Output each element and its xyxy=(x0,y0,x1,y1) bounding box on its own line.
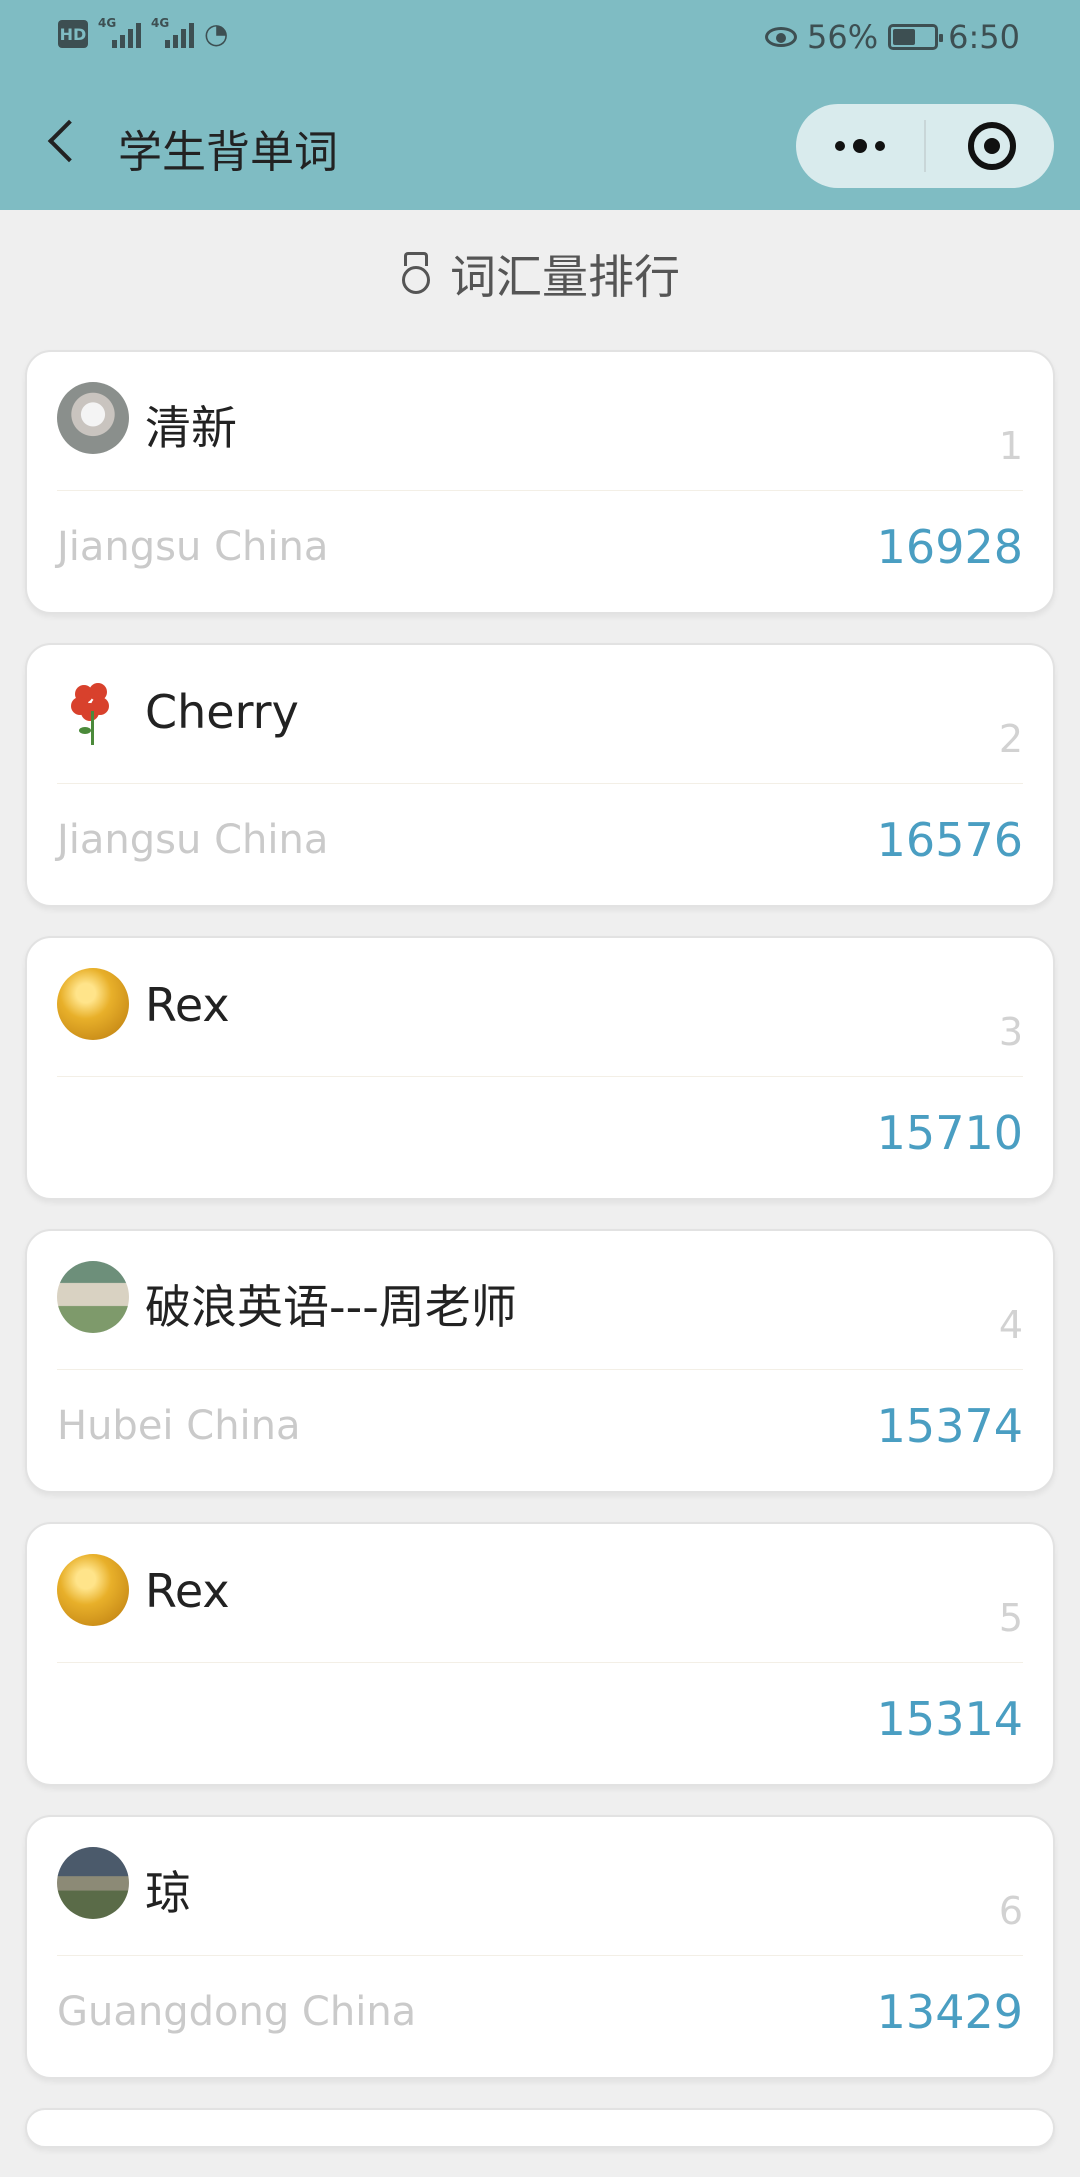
leaderboard-card[interactable]: 破浪英语---周老师 4 Hubei China 15374 xyxy=(25,1229,1055,1493)
user-name: Rex xyxy=(145,1564,230,1618)
user-location: Guangdong China xyxy=(57,1989,417,2035)
user-name: Rex xyxy=(145,978,230,1032)
signal-label: 4G xyxy=(98,16,117,30)
user-name: 琼 xyxy=(145,1866,191,1920)
status-left: HD 4G 4G ◔ xyxy=(58,16,229,50)
avatar xyxy=(57,1261,129,1333)
divider xyxy=(57,1369,1023,1370)
signal-icon-2: 4G xyxy=(151,16,194,48)
leaderboard-card[interactable]: 琼 6 Guangdong China 13429 xyxy=(25,1815,1055,2079)
status-right: 56% 6:50 xyxy=(765,18,1020,56)
user-location: Hubei China xyxy=(57,1403,301,1449)
vocab-score: 15374 xyxy=(876,1399,1023,1453)
vocab-score: 16928 xyxy=(876,520,1023,574)
clock: 6:50 xyxy=(948,18,1020,56)
user-name: 破浪英语---周老师 xyxy=(145,1280,517,1334)
user-name: Cherry xyxy=(145,685,299,739)
section-title: 词汇量排行 xyxy=(450,250,680,304)
divider xyxy=(57,1955,1023,1956)
user-name: 清新 xyxy=(145,401,237,455)
divider xyxy=(57,1662,1023,1663)
avatar xyxy=(57,1847,129,1919)
close-target-icon[interactable] xyxy=(968,122,1016,170)
back-button[interactable] xyxy=(44,122,84,162)
avatar xyxy=(57,968,129,1040)
vocab-score: 15710 xyxy=(876,1106,1023,1160)
page-title: 学生背单词 xyxy=(118,127,338,178)
vocab-score: 15314 xyxy=(876,1692,1023,1746)
section-header: 词汇量排行 xyxy=(0,210,1080,338)
rank-number: 5 xyxy=(998,1596,1023,1640)
capsule-divider xyxy=(924,120,926,172)
avatar xyxy=(57,1554,129,1626)
battery-icon xyxy=(888,24,944,50)
leaderboard-card[interactable]: Rex 3 15710 xyxy=(25,936,1055,1200)
battery-fill xyxy=(893,29,915,45)
mini-program-capsule xyxy=(796,104,1054,188)
divider xyxy=(57,1076,1023,1077)
rank-number: 6 xyxy=(998,1889,1023,1933)
hd-badge: HD xyxy=(58,20,88,48)
rank-number: 4 xyxy=(998,1303,1023,1347)
rank-number: 2 xyxy=(998,717,1023,761)
medal-icon xyxy=(400,252,432,296)
leaderboard-card[interactable]: Rex 5 15314 xyxy=(25,1522,1055,1786)
vocab-score: 13429 xyxy=(876,1985,1023,2039)
eye-icon xyxy=(765,27,798,47)
signal-label-2: 4G xyxy=(151,16,170,30)
more-button[interactable] xyxy=(796,104,924,188)
status-bar: HD 4G 4G ◔ 56% 6:50 xyxy=(0,0,1080,80)
rank-number: 3 xyxy=(998,1010,1023,1054)
rank-number: 1 xyxy=(998,424,1023,468)
divider xyxy=(57,490,1023,491)
wifi-icon: ◔ xyxy=(204,17,229,50)
avatar xyxy=(57,675,129,747)
battery-percent: 56% xyxy=(807,18,879,56)
divider xyxy=(57,783,1023,784)
user-location: Jiangsu China xyxy=(57,524,329,570)
signal-icon: 4G xyxy=(98,16,141,48)
leaderboard-card-partial[interactable] xyxy=(25,2108,1055,2148)
avatar xyxy=(57,382,129,454)
vocab-score: 16576 xyxy=(876,813,1023,867)
leaderboard-list: 清新 1 Jiangsu China 16928 Cherry 2 Jiangs… xyxy=(25,350,1055,2177)
more-dots-icon xyxy=(835,141,845,151)
leaderboard-card[interactable]: 清新 1 Jiangsu China 16928 xyxy=(25,350,1055,614)
leaderboard-card[interactable]: Cherry 2 Jiangsu China 16576 xyxy=(25,643,1055,907)
user-location: Jiangsu China xyxy=(57,817,329,863)
nav-bar: 学生背单词 xyxy=(0,80,1080,210)
